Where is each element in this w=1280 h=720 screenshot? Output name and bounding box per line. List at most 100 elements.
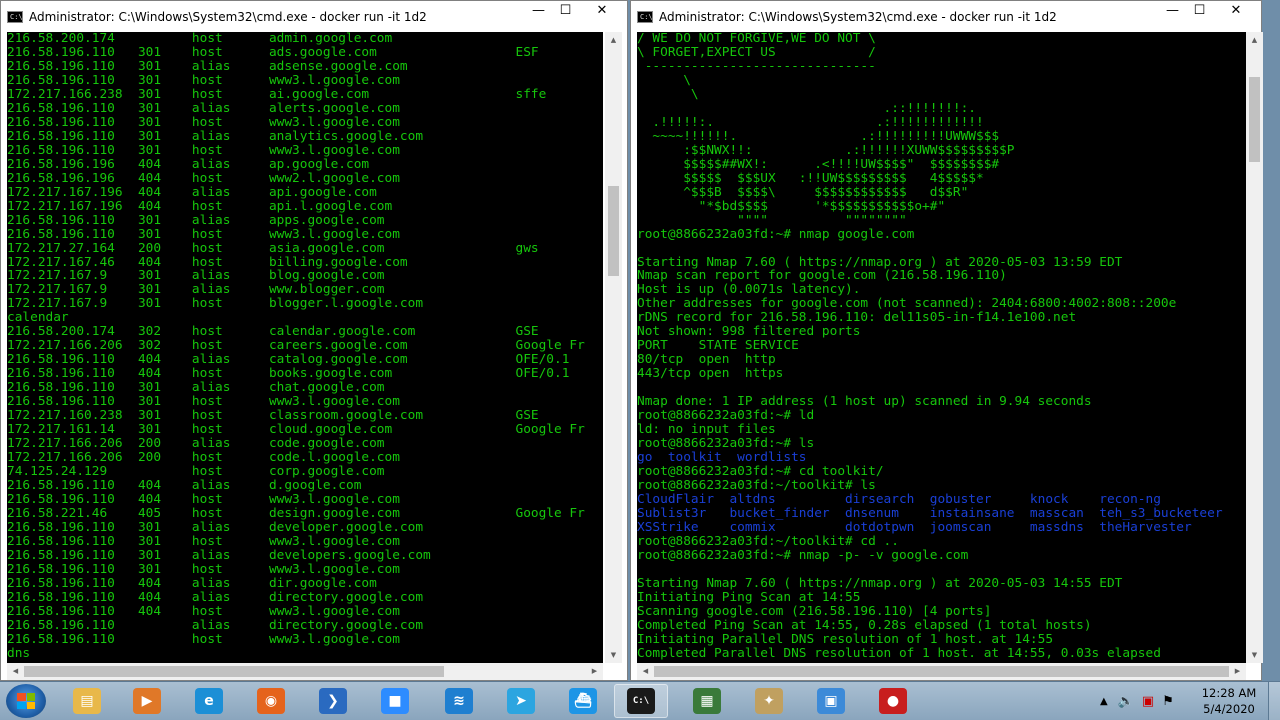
console-line: \ FORGET,EXPECT US / — [637, 44, 876, 60]
scroll-left-arrow-icon[interactable]: ◀ — [637, 663, 654, 680]
console-line: Host is up (0.0071s latency). — [637, 282, 861, 298]
console-line: 216.58.196.110 alias directory.google.co… — [7, 617, 424, 633]
scroll-up-arrow-icon[interactable]: ▲ — [1246, 32, 1263, 48]
scroll-left-arrow-icon[interactable]: ◀ — [7, 663, 24, 680]
taskbar-file-explorer-button[interactable]: ▤ — [60, 684, 114, 718]
window-controls: — ☐ ✕ — [525, 1, 625, 21]
scroll-right-arrow-icon[interactable]: ▶ — [586, 663, 603, 680]
taskbar-cmd-button[interactable]: C:\ — [614, 684, 668, 718]
horizontal-scrollbar[interactable]: ◀ ▶ — [637, 663, 1246, 680]
console-line: root@8866232a03fd:~# nmap google.com — [637, 226, 915, 242]
title-bar[interactable]: C:\ Administrator: C:\Windows\System32\c… — [1, 1, 627, 32]
taskbar-tool-app-button[interactable]: ✦ — [742, 684, 796, 718]
taskbar-firefox-button[interactable]: ◉ — [244, 684, 298, 718]
console-line: XSStrike commix dotdotpwn joomscan massd… — [637, 519, 1192, 535]
console-output[interactable]: 216.58.200.174 host admin.google.com 216.… — [7, 32, 603, 663]
console-line: 172.217.167.46 404 host billing.google.c… — [7, 254, 408, 270]
title-bar[interactable]: C:\ Administrator: C:\Windows\System32\c… — [631, 1, 1261, 32]
firefox-icon: ◉ — [257, 688, 285, 714]
taskbar-zoom-button[interactable]: ■ — [368, 684, 422, 718]
taskbar-docker-button[interactable]: ⛴ — [556, 684, 610, 718]
console-output[interactable]: / WE DO NOT FORGIVE,WE DO NOT \ \ FORGET,… — [637, 32, 1246, 663]
action-center-icon[interactable]: ⚑ — [1162, 694, 1174, 709]
maximize-button[interactable]: ☐ — [552, 1, 579, 21]
console-line: 216.58.196.110 301 host www3.l.google.co… — [7, 72, 400, 88]
console-line: 216.58.200.174 host admin.google.com — [7, 32, 393, 46]
console-line: $$$$$##WX!: .<!!!!UW$$$$" $$$$$$$$# — [637, 156, 1000, 172]
scroll-up-arrow-icon[interactable]: ▲ — [605, 32, 622, 48]
console-line: 216.58.196.110 404 host www3.l.google.co… — [7, 603, 400, 619]
console-line: 216.58.196.110 301 host www3.l.google.co… — [7, 226, 400, 242]
console-line: 172.217.167.196 404 alias api.google.com — [7, 184, 377, 200]
taskbar-edge-button[interactable]: e — [182, 684, 236, 718]
close-button[interactable]: ✕ — [1213, 1, 1259, 21]
minimize-button[interactable]: — — [525, 1, 552, 21]
taskbar-powershell-button[interactable]: ❯ — [306, 684, 360, 718]
clock[interactable]: 12:28 AM 5/4/2020 — [1196, 685, 1262, 717]
console-line: 216.58.196.110 404 host www3.l.google.co… — [7, 491, 400, 507]
scroll-right-arrow-icon[interactable]: ▶ — [1229, 663, 1246, 680]
console-line: 172.217.166.206 302 host careers.google.… — [7, 338, 585, 354]
console-line: 172.217.160.238 301 host classroom.googl… — [7, 408, 539, 424]
console-line: \ — [637, 86, 699, 102]
console-line: 172.217.167.9 301 alias blog.google.com — [7, 268, 385, 284]
maximize-button[interactable]: ☐ — [1186, 1, 1213, 21]
console-line: 216.58.196.110 301 host ads.google.com E… — [7, 44, 539, 60]
scroll-down-arrow-icon[interactable]: ▼ — [1246, 647, 1263, 663]
console-line: 172.217.161.14 301 host cloud.google.com… — [7, 422, 585, 438]
taskbar-task-manager-button[interactable]: ▦ — [680, 684, 734, 718]
cmd-window-left[interactable]: C:\ Administrator: C:\Windows\System32\c… — [0, 0, 628, 681]
console-line: 216.58.196.110 301 alias chat.google.com — [7, 380, 385, 396]
taskbar-telegram-button[interactable]: ➤ — [494, 684, 548, 718]
task-manager-icon: ▦ — [693, 688, 721, 714]
console-line: Nmap scan report for google.com (216.58.… — [637, 268, 1007, 284]
console-line: ------------------------------ — [637, 58, 876, 74]
console-line: 216.58.221.46 405 host design.google.com… — [7, 505, 585, 521]
hscroll-thumb[interactable] — [654, 666, 1229, 677]
horizontal-scrollbar[interactable]: ◀ ▶ — [7, 663, 603, 680]
console-line: 216.58.196.110 404 alias catalog.google.… — [7, 352, 570, 368]
console-line: dns — [7, 645, 31, 661]
console-line: 74.125.24.129 host corp.google.com — [7, 464, 385, 480]
console-line: ld: no input files — [637, 422, 776, 438]
scroll-thumb[interactable] — [608, 186, 619, 276]
start-button[interactable] — [6, 684, 46, 718]
console-line: Starting Nmap 7.60 ( https://nmap.org ) … — [637, 254, 1123, 270]
network-icon[interactable]: ▣ — [1142, 694, 1154, 709]
close-button[interactable]: ✕ — [579, 1, 625, 21]
show-hidden-icons-icon[interactable]: ▲ — [1100, 696, 1108, 707]
cmd-window-right[interactable]: C:\ Administrator: C:\Windows\System32\c… — [630, 0, 1263, 681]
show-desktop-button[interactable] — [1268, 682, 1280, 720]
volume-icon[interactable]: 🔈 — [1118, 694, 1134, 709]
minimize-button[interactable]: — — [1159, 1, 1186, 21]
console-line: CloudFlair altdns dirsearch gobuster kno… — [637, 491, 1161, 507]
telegram-icon: ➤ — [507, 688, 535, 714]
taskbar: ▤ ▶ e ◉ ❯ ■ ≋ ➤ ⛴ C:\ ▦ ✦ ▣ ● ▲ 🔈 ▣ ⚑ 12:28 AM 5/4/20… — [0, 681, 1280, 720]
console-line: 172.217.167.9 301 alias www.blogger.com — [7, 282, 385, 298]
console-line: ^$$$B $$$$\ $$$$$$$$$$$$ d$$R" — [637, 184, 969, 200]
console-line: rDNS record for 216.58.196.110: del11s05… — [637, 310, 1077, 326]
console-line: 172.217.167.196 404 host api.l.google.co… — [7, 198, 393, 214]
taskbar-media-player-button[interactable]: ▶ — [120, 684, 174, 718]
wifi-app-icon: ≋ — [445, 688, 473, 714]
console-line: 443/tcp open https — [637, 366, 784, 382]
taskbar-remote-desktop-button[interactable]: ▣ — [804, 684, 858, 718]
console-line: root@8866232a03fd:~/toolkit# ls — [637, 478, 876, 493]
hscroll-thumb[interactable] — [24, 666, 444, 677]
console-line: 216.58.196.110 301 host www3.l.google.co… — [7, 114, 400, 130]
vertical-scrollbar[interactable]: ▲ ▼ — [605, 32, 622, 663]
console-line: "*$bd$$$$ '*$$$$$$$$$$$o+#" — [637, 198, 946, 214]
tray-area: ▲ 🔈 ▣ ⚑ — [1100, 682, 1174, 720]
window-title: Administrator: C:\Windows\System32\cmd.e… — [659, 10, 1057, 24]
scroll-down-arrow-icon[interactable]: ▼ — [605, 647, 622, 663]
vertical-scrollbar[interactable]: ▲ ▼ — [1246, 32, 1263, 663]
console-line: 216.58.196.110 host www3.l.google.com — [7, 631, 400, 647]
console-line: / WE DO NOT FORGIVE,WE DO NOT \ — [637, 32, 876, 46]
console-line: 216.58.196.110 301 host www3.l.google.co… — [7, 394, 400, 410]
taskbar-screen-recorder-button[interactable]: ● — [866, 684, 920, 718]
taskbar-wifi-app-button[interactable]: ≋ — [432, 684, 486, 718]
console-line: Initiating Parallel DNS resolution of 1 … — [637, 631, 1054, 647]
scroll-thumb[interactable] — [1249, 77, 1260, 162]
